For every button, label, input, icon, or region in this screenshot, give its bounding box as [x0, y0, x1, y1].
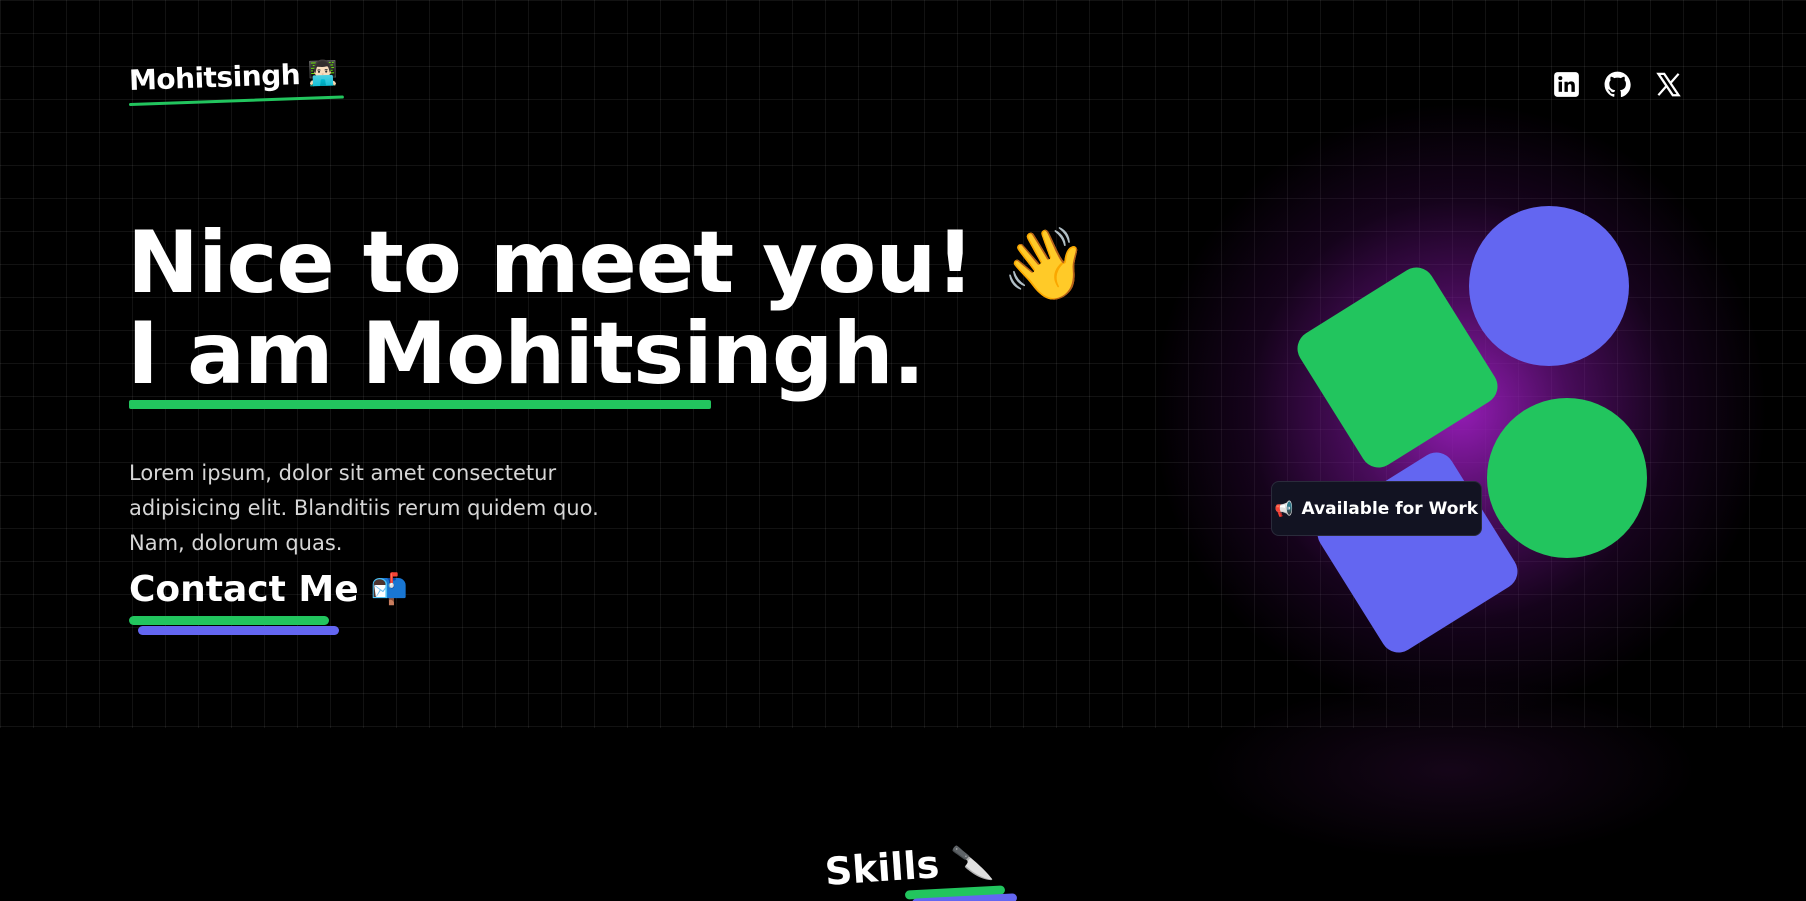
hero-headline: Nice to meet you! 👋 I am Mohitsingh.	[127, 218, 1089, 404]
waving-hand-icon: 👋	[1001, 223, 1089, 305]
skills-title: Skills	[823, 842, 941, 894]
linkedin-icon	[1553, 71, 1579, 97]
x-link[interactable]	[1654, 70, 1682, 98]
github-link[interactable]	[1603, 70, 1631, 98]
laptop-person-icon: 👨🏻‍💻	[307, 58, 338, 88]
green-circle	[1487, 398, 1647, 558]
contact-me-label[interactable]: Contact Me	[129, 569, 359, 610]
name-underline	[129, 400, 711, 409]
hero-section: Mohitsingh👨🏻‍💻	[0, 0, 1806, 728]
social-links	[1552, 70, 1682, 98]
site-logo[interactable]: Mohitsingh 👨🏻‍💻	[128, 57, 338, 97]
contact-underline-green	[129, 616, 329, 625]
megaphone-icon: 📢	[1274, 499, 1294, 518]
knife-icon: 🔪	[949, 842, 995, 886]
portfolio-page: Mohitsingh👨🏻‍💻	[0, 0, 1806, 901]
headline-greeting: Nice to meet you!	[127, 213, 975, 313]
lower-glow	[1200, 680, 1700, 860]
headline-line-1: Nice to meet you! 👋	[127, 218, 1089, 309]
badge-text: Available for Work	[1301, 498, 1479, 519]
github-icon	[1604, 71, 1631, 97]
available-for-work-badge: 📢 Available for Work	[1271, 481, 1482, 536]
intro-text: Lorem ipsum, dolor sit amet consectetur …	[129, 461, 599, 555]
contact-underline-purple	[138, 626, 339, 635]
purple-circle	[1469, 206, 1629, 366]
logo-text[interactable]: Mohitsingh	[128, 58, 300, 97]
linkedin-link[interactable]	[1552, 70, 1580, 98]
x-icon	[1655, 72, 1681, 96]
contact-me-link[interactable]: Contact Me 📬	[129, 569, 408, 610]
skills-heading: Skills 🔪	[823, 838, 994, 894]
logo-underline	[128, 95, 344, 106]
mailbox-icon: 📬	[370, 572, 408, 607]
headline-line-2: I am Mohitsingh.	[127, 304, 925, 404]
